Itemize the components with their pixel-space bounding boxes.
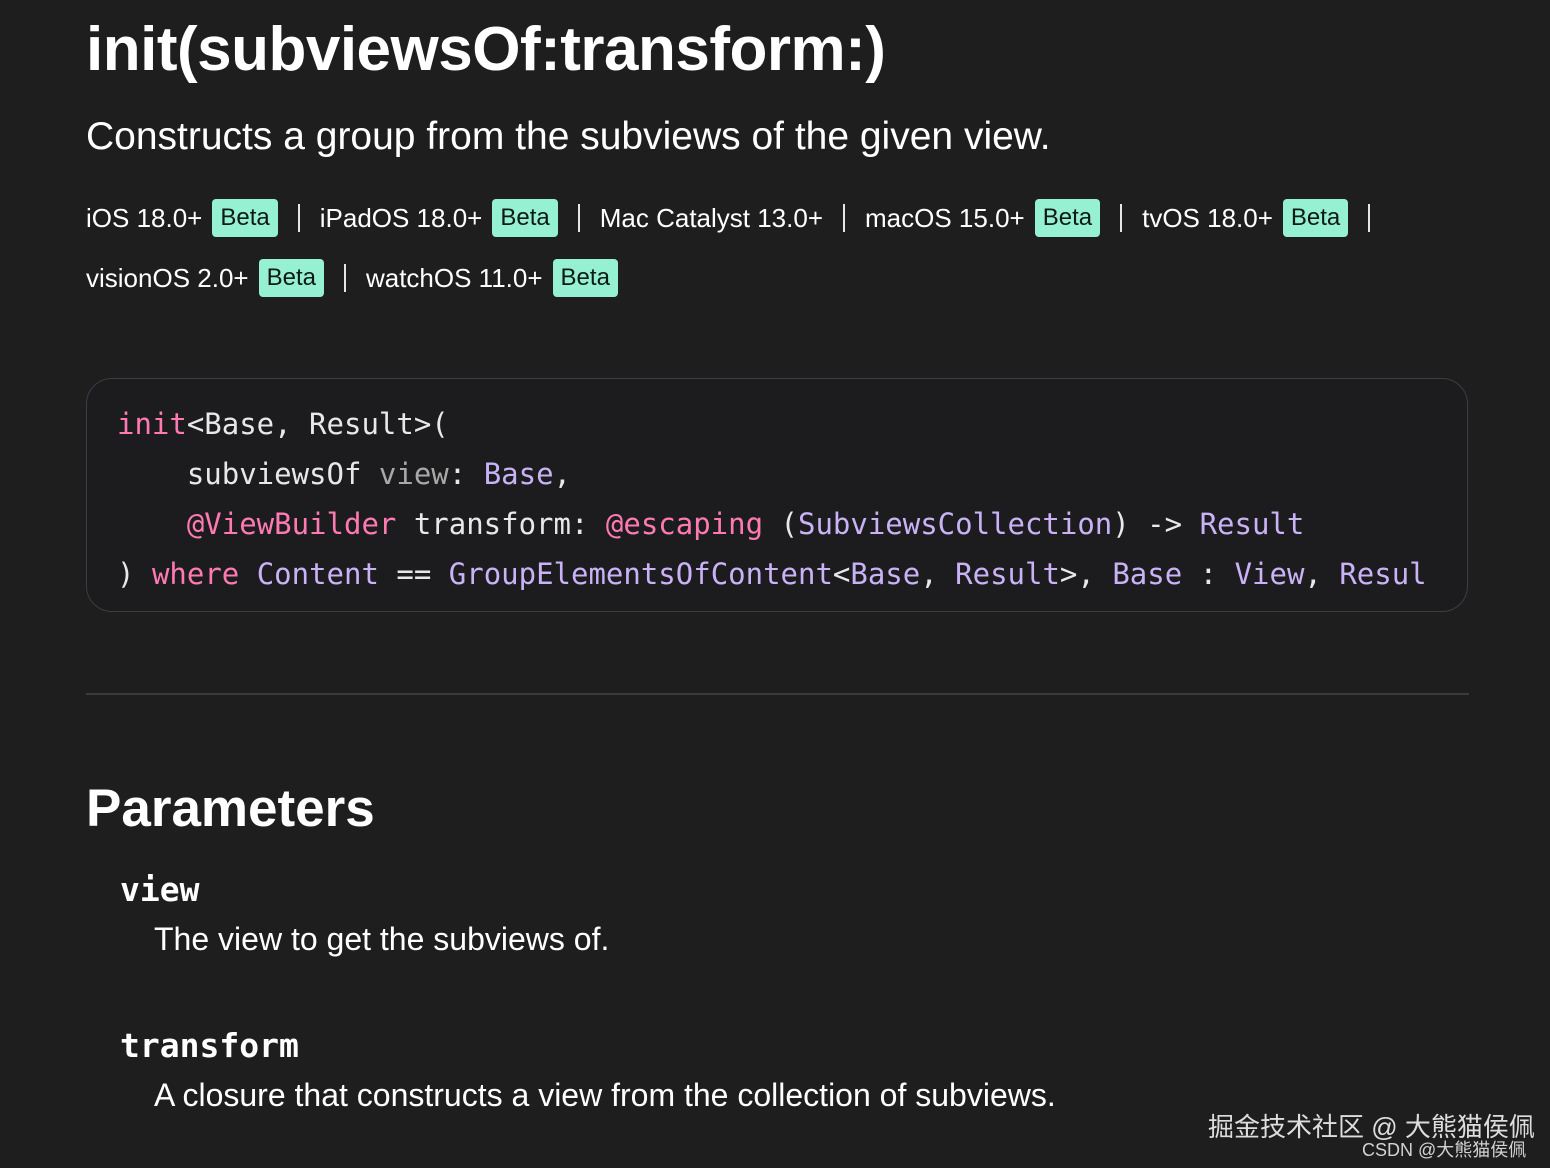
beta-badge: Beta <box>1282 199 1349 237</box>
code-type: Content <box>256 557 379 591</box>
parameter-name: view <box>120 870 200 909</box>
beta-badge: Beta <box>552 259 618 297</box>
code-type: SubviewsCollection <box>797 507 1113 541</box>
platform-ios: iOS 18.0+ Beta <box>86 199 278 237</box>
code-line-2: subviewsOf view: Base, <box>117 457 571 491</box>
availability-list: iOS 18.0+ Beta iPadOS 18.0+ Beta Mac Cat… <box>86 197 1470 317</box>
section-divider <box>86 693 1469 695</box>
platform-visionos: visionOS 2.0+ Beta <box>86 259 324 297</box>
platform-label: macOS 15.0+ <box>865 202 1025 233</box>
code-line-3: @ViewBuilder transform: @escaping (Subvi… <box>117 507 1305 541</box>
availability-row: iOS 18.0+ Beta iPadOS 18.0+ Beta Mac Cat… <box>86 197 1470 239</box>
code-text: : <box>570 507 589 541</box>
code-type: Resul <box>1339 557 1427 591</box>
code-text: < <box>832 557 851 591</box>
code-label: subviewsOf <box>186 457 362 491</box>
platform-ipados: iPadOS 18.0+ Beta <box>320 199 558 237</box>
code-attribute: @escaping <box>605 507 764 541</box>
code-text: ) <box>117 557 135 591</box>
code-text: ( <box>780 507 798 541</box>
code-text: ) -> <box>1112 507 1183 541</box>
platform-label: iOS 18.0+ <box>86 202 203 233</box>
code-attribute: @ViewBuilder <box>186 507 397 541</box>
code-param: view <box>378 457 449 491</box>
page-title: init(subviewsOf:transform:) <box>86 15 886 84</box>
code-type: Base <box>1112 557 1183 591</box>
parameters-heading: Parameters <box>86 779 375 838</box>
platform-label: tvOS 18.0+ <box>1142 202 1273 233</box>
beta-badge: Beta <box>492 199 558 237</box>
separator <box>1368 204 1371 232</box>
separator <box>1120 204 1123 232</box>
beta-badge: Beta <box>1034 199 1101 237</box>
code-text: , <box>1304 557 1322 591</box>
platform-macos: macOS 15.0+ Beta <box>865 199 1101 237</box>
code-text: , <box>553 457 572 491</box>
abstract: Constructs a group from the subviews of … <box>86 115 1051 158</box>
declaration-code: init<Base, Result>( subviewsOf view: Bas… <box>117 399 1427 599</box>
availability-row: visionOS 2.0+ Beta watchOS 11.0+ Beta <box>86 257 1470 299</box>
separator <box>577 204 580 232</box>
parameter-name: transform <box>120 1026 299 1065</box>
platform-mac-catalyst: Mac Catalyst 13.0+ <box>600 203 823 234</box>
declaration-code-block[interactable]: init<Base, Result>( subviewsOf view: Bas… <box>86 378 1468 612</box>
code-keyword: where <box>151 557 240 591</box>
separator <box>297 204 300 232</box>
code-line-4: ) where Content == GroupElementsOfConten… <box>117 557 1427 591</box>
code-type: View <box>1234 557 1305 591</box>
code-text: , <box>920 557 938 591</box>
code-text: : <box>448 457 467 491</box>
code-text: == <box>396 557 432 591</box>
code-type: Result <box>955 557 1060 591</box>
code-type: Base <box>850 557 921 591</box>
code-type: Base <box>483 457 554 491</box>
platform-watchos: watchOS 11.0+ Beta <box>366 259 618 297</box>
separator <box>843 204 846 232</box>
code-type: Result <box>1199 507 1305 541</box>
beta-badge: Beta <box>258 259 324 297</box>
code-keyword: init <box>117 407 187 441</box>
platform-tvos: tvOS 18.0+ Beta <box>1142 199 1349 237</box>
platform-label: visionOS 2.0+ <box>86 262 249 293</box>
code-type: GroupElementsOfContent <box>448 557 833 591</box>
code-label: transform <box>413 507 571 541</box>
platform-label: Mac Catalyst 13.0+ <box>599 202 824 233</box>
code-text: >, <box>1059 557 1095 591</box>
code-text: : <box>1199 557 1218 591</box>
code-text: <Base, Result>( <box>186 407 449 441</box>
platform-label: iPadOS 18.0+ <box>319 202 483 233</box>
code-line-1: init<Base, Result>( <box>117 407 449 441</box>
watermark-csdn: CSDN @大熊猫侯佩 <box>1362 1140 1527 1160</box>
beta-badge: Beta <box>212 199 278 237</box>
parameter-description: A closure that constructs a view from th… <box>154 1077 1056 1113</box>
parameter-description: The view to get the subviews of. <box>154 921 610 957</box>
separator <box>343 264 346 292</box>
platform-label: watchOS 11.0+ <box>365 262 543 293</box>
